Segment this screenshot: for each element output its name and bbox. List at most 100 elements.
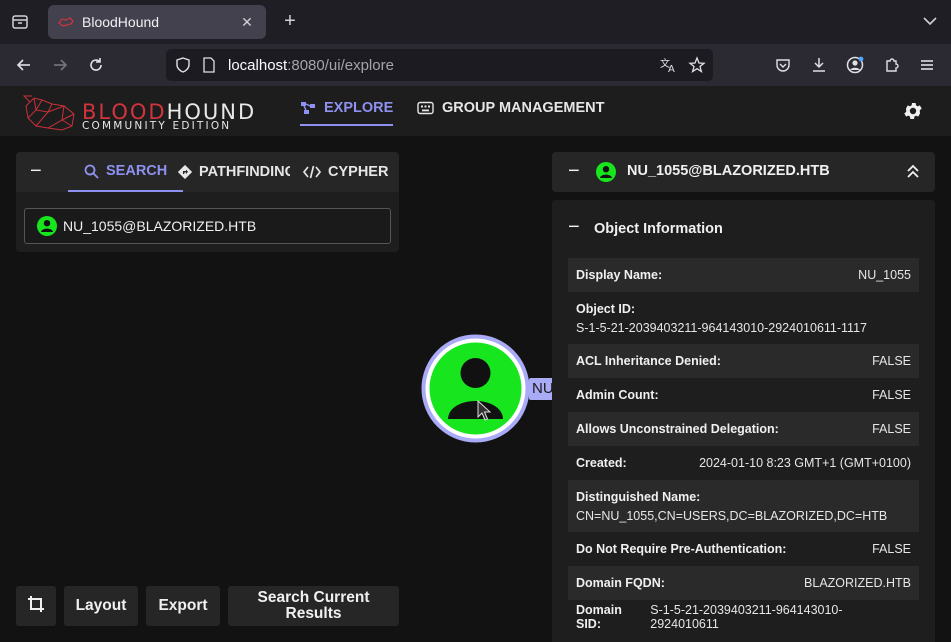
property-value: FALSE xyxy=(872,542,911,556)
keyboard-icon xyxy=(417,101,434,119)
mouse-cursor-icon xyxy=(477,399,492,427)
search-tabs: − SEARCH PATHFINDING CYPHER xyxy=(16,152,399,192)
user-node-icon xyxy=(421,334,530,443)
translate-icon[interactable]: 文A xyxy=(659,56,677,79)
chevron-down-icon[interactable] xyxy=(921,12,941,32)
property-row: Allows Unconstrained Delegation: FALSE xyxy=(568,412,919,446)
nav-group-management-label: GROUP MANAGEMENT xyxy=(442,100,605,116)
close-tab-icon[interactable]: ✕ xyxy=(238,13,256,31)
property-row: Do Not Require Pre-Authentication: FALSE xyxy=(568,532,919,566)
crop-button[interactable] xyxy=(16,586,56,626)
property-key: ACL Inheritance Denied: xyxy=(576,354,721,368)
nav-explore[interactable]: EXPLORE xyxy=(300,100,394,126)
property-key: Created: xyxy=(576,456,627,470)
property-key: Do Not Require Pre-Authentication: xyxy=(576,542,787,556)
collapse-section-icon[interactable]: − xyxy=(568,217,584,238)
user-icon xyxy=(37,216,57,236)
url-host: localhost xyxy=(228,57,288,74)
property-value: FALSE xyxy=(872,422,911,436)
tab-pathfinding[interactable]: PATHFINDING xyxy=(178,152,290,192)
search-current-results-line1: Search Current xyxy=(257,589,370,606)
layout-button[interactable]: Layout xyxy=(64,586,138,626)
nav-explore-label: EXPLORE xyxy=(324,100,394,116)
tab-search-label: SEARCH xyxy=(106,163,168,179)
property-list: Display Name: NU_1055 Object ID: S-1-5-21-2… xyxy=(568,258,919,634)
object-information-panel: − Object Information Display Name: NU_105… xyxy=(552,200,935,642)
downloads-icon[interactable] xyxy=(807,53,831,77)
tab-cypher[interactable]: CYPHER xyxy=(303,152,388,192)
graph-user-node[interactable] xyxy=(420,333,531,444)
property-value: S-1-5-21-2039403211-964143010-2924010611… xyxy=(576,320,867,335)
tab-cypher-label: CYPHER xyxy=(328,164,389,180)
search-panel: − SEARCH PATHFINDING CYPHER NU_1055@BLAZ… xyxy=(16,152,399,252)
svg-text:A: A xyxy=(668,64,675,74)
property-key: Display Name: xyxy=(576,268,663,282)
account-icon[interactable] xyxy=(843,53,867,77)
bookmark-star-icon[interactable] xyxy=(688,56,706,79)
search-current-results-line2: Results xyxy=(285,605,342,622)
pocket-icon[interactable] xyxy=(771,53,795,77)
property-row: Display Name: NU_1055 xyxy=(568,258,919,292)
property-row: Object ID: S-1-5-21-2039403211-964143010-… xyxy=(568,292,919,344)
tab-list-icon[interactable] xyxy=(8,10,32,34)
property-key: Domain SID: xyxy=(576,603,622,631)
app-header: BLOODHOUND COMMUNITY EDITION EXPLORE GRO… xyxy=(0,86,951,136)
page-icon xyxy=(202,57,216,78)
browser-nav-bar: localhost:8080/ui/explore 文A xyxy=(0,44,951,86)
new-tab-icon[interactable]: + xyxy=(279,11,301,33)
entity-title: NU_1055@BLAZORIZED.HTB xyxy=(627,163,830,179)
bloodhound-favicon-icon xyxy=(58,14,74,30)
property-value: FALSE xyxy=(872,354,911,368)
property-value: FALSE xyxy=(872,388,911,402)
tab-search[interactable]: SEARCH xyxy=(68,152,184,192)
property-row: Admin Count: FALSE xyxy=(568,378,919,412)
property-key: Allows Unconstrained Delegation: xyxy=(576,422,779,436)
logo-subtitle: COMMUNITY EDITION xyxy=(82,120,232,132)
property-value: 2024-01-10 8:23 GMT+1 (GMT+0100) xyxy=(699,456,911,470)
property-key: Domain FQDN: xyxy=(576,576,665,590)
export-button[interactable]: Export xyxy=(146,586,220,626)
collapse-entity-icon[interactable]: − xyxy=(568,161,584,182)
property-key: Object ID: xyxy=(576,301,636,316)
gear-icon[interactable] xyxy=(902,100,924,122)
crop-icon xyxy=(27,595,45,617)
property-key: Distinguished Name: xyxy=(576,489,701,504)
search-icon xyxy=(84,164,99,179)
property-row: Domain FQDN: BLAZORIZED.HTB xyxy=(568,566,919,600)
search-input-value: NU_1055@BLAZORIZED.HTB xyxy=(63,218,257,234)
property-row: Domain SID: S-1-5-21-2039403211-964143010… xyxy=(568,600,919,634)
url-text[interactable]: localhost:8080/ui/explore xyxy=(228,57,394,74)
url-path: :8080/ui/explore xyxy=(287,57,394,74)
bloodhound-logo[interactable]: BLOODHOUND COMMUNITY EDITION xyxy=(22,90,254,132)
back-icon[interactable] xyxy=(12,53,36,77)
property-value: BLAZORIZED.HTB xyxy=(804,576,911,590)
property-value: S-1-5-21-2039403211-964143010-2924010611 xyxy=(650,603,843,631)
property-value: CN=NU_1055,CN=USERS,DC=BLAZORIZED,DC=HTB xyxy=(576,508,888,523)
chevrons-up-icon[interactable] xyxy=(906,163,920,184)
property-key: Admin Count: xyxy=(576,388,659,402)
object-information-header[interactable]: − Object Information xyxy=(552,200,935,256)
section-title: Object Information xyxy=(594,221,723,237)
user-icon xyxy=(596,162,616,187)
property-value: NU_1055 xyxy=(858,268,911,282)
menu-icon[interactable] xyxy=(915,53,939,77)
tab-pathfinding-label: PATHFINDING xyxy=(199,164,290,180)
search-current-results-button[interactable]: Search Current Results xyxy=(228,586,399,626)
directions-icon xyxy=(178,165,192,179)
shield-icon[interactable] xyxy=(174,56,192,79)
graph-icon xyxy=(300,101,316,119)
property-row: ACL Inheritance Denied: FALSE xyxy=(568,344,919,378)
browser-tab[interactable]: BloodHound ✕ xyxy=(48,5,266,39)
property-row: Distinguished Name: CN=NU_1055,CN=USERS,D… xyxy=(568,480,919,532)
reload-icon[interactable] xyxy=(84,53,108,77)
bloodhound-dog-icon xyxy=(22,95,75,131)
code-icon xyxy=(303,165,321,179)
tab-title: BloodHound xyxy=(82,14,160,30)
nav-group-management[interactable]: GROUP MANAGEMENT xyxy=(417,100,604,119)
forward-icon[interactable] xyxy=(48,53,72,77)
url-bar[interactable]: localhost:8080/ui/explore 文A xyxy=(166,49,713,81)
search-input[interactable]: NU_1055@BLAZORIZED.HTB xyxy=(24,208,391,244)
extensions-icon[interactable] xyxy=(880,53,904,77)
browser-tab-bar: BloodHound ✕ + xyxy=(0,0,951,44)
collapse-search-icon[interactable]: − xyxy=(30,161,46,182)
